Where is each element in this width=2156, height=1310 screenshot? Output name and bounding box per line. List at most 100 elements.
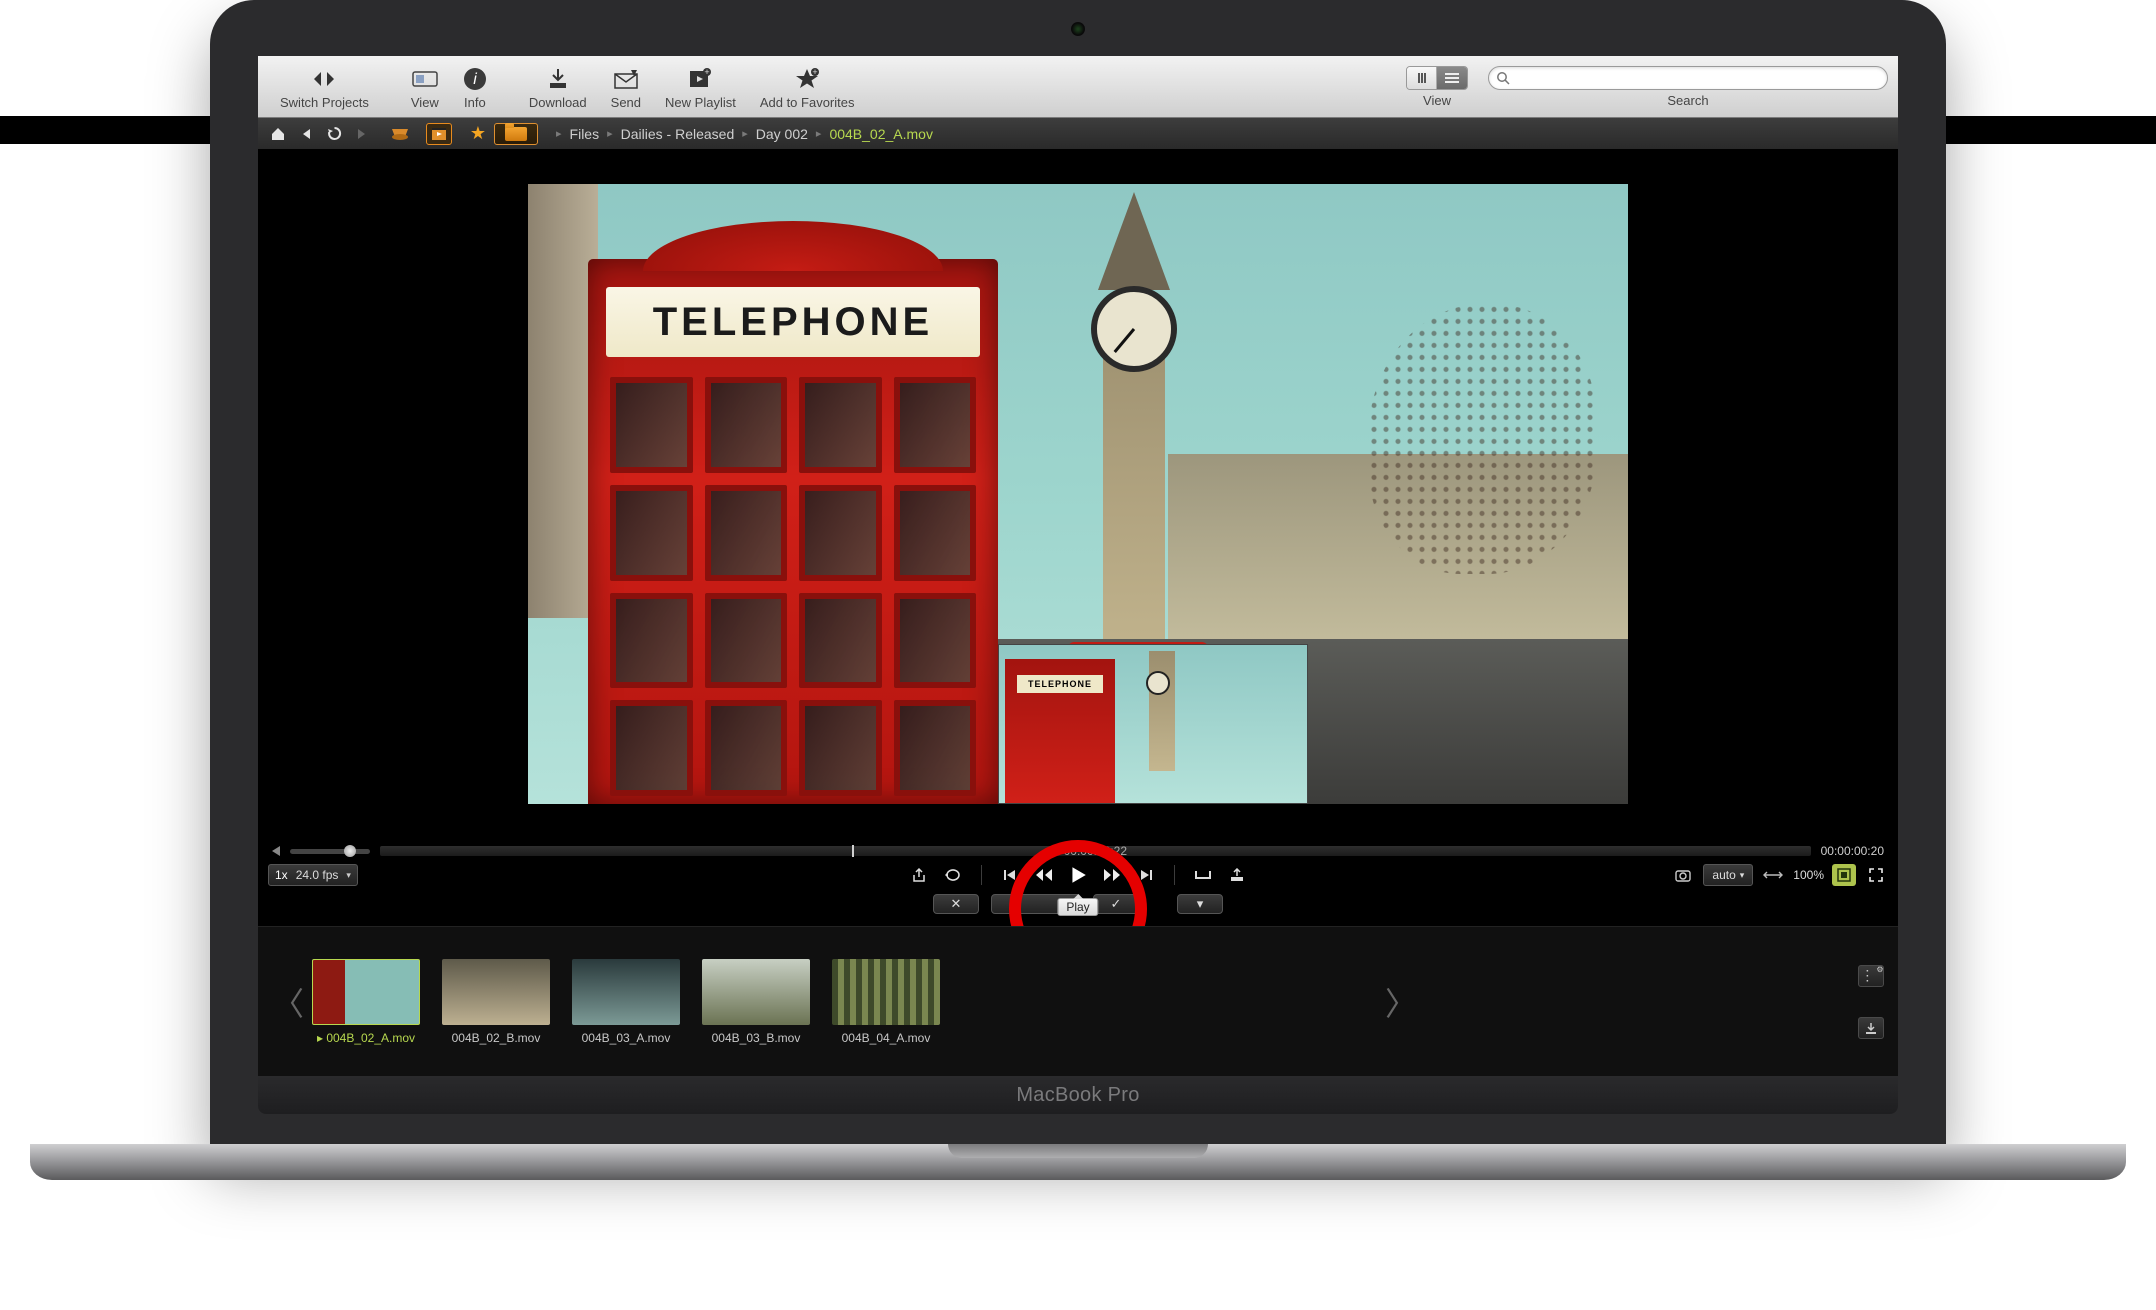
picture-in-picture[interactable]: TELEPHONE [998,644,1308,804]
more-review-button[interactable]: ▾ [1177,894,1223,914]
laptop-base [30,1144,2126,1180]
thumbnail-label: 004B_02_A.mov [317,1031,415,1045]
loop-button[interactable] [941,864,965,886]
send-label: Send [611,95,641,110]
view-mode-selector: View [1406,66,1468,108]
main-toolbar: Switch Projects View i Info [258,56,1898,118]
thumbnail-image [572,959,680,1025]
new-playlist-button[interactable]: + New Playlist [659,62,742,112]
laptop-frame: Switch Projects View i Info [210,0,1946,1144]
timecode-duration: 00:00:00:20 [1821,844,1884,858]
timeline-row: 00:00:00:22 00:00:00:20 [258,838,1898,860]
back-button[interactable] [294,123,318,145]
chevron-icon: ▸ [742,127,748,140]
view-label: View [411,95,439,110]
laptop-label: MacBook Pro [258,1076,1898,1114]
play-button[interactable] [1066,864,1090,886]
switch-projects-button[interactable]: Switch Projects [274,62,375,112]
tray-thumb[interactable]: 004B_02_B.mov [442,959,550,1045]
rewind-button[interactable] [1032,864,1056,886]
inbox-icon[interactable] [388,123,412,145]
tray-thumb[interactable]: 004B_04_A.mov [832,959,940,1045]
info-label: Info [464,95,486,110]
tray-download-button[interactable] [1858,1017,1884,1039]
quality-selector[interactable]: auto▾ [1703,864,1753,886]
folder-button[interactable] [494,123,538,145]
favorite-star-button[interactable]: ★ [466,123,490,145]
fps-value: 24.0 fps [296,868,339,882]
booth-sign-text: TELEPHONE [606,287,980,357]
fit-width-icon[interactable] [1761,864,1785,886]
thumbnail-image [832,959,940,1025]
capture-icon[interactable] [1671,864,1695,886]
play-tooltip-label: Play [1057,898,1098,916]
timecode-current: 00:00:00:22 [1064,844,1127,858]
volume-slider[interactable] [290,849,370,854]
play-tooltip: Play [1057,898,1098,916]
viewer-panel: TELEPHONE [258,150,1898,926]
info-button[interactable]: i Info [457,62,493,112]
tray-thumb[interactable]: 004B_03_A.mov [572,959,680,1045]
thumbnail-image [312,959,420,1025]
thumbnail-label: 004B_02_B.mov [452,1031,541,1045]
tray-thumb[interactable]: 004B_03_B.mov [702,959,810,1045]
skip-end-button[interactable] [1134,864,1158,886]
svg-text:+: + [705,68,710,77]
send-button[interactable]: Send [605,62,647,112]
download-label: Download [529,95,587,110]
export-button[interactable] [1225,864,1249,886]
tray-next-button[interactable]: 〉 [1385,979,1407,1025]
chevron-icon: ▸ [556,127,562,140]
reload-button[interactable] [322,123,346,145]
breadcrumb-files[interactable]: Files [570,126,600,142]
svg-text:+: + [813,67,818,77]
tray-thumb[interactable]: 004B_02_A.mov [312,959,420,1045]
app-window: Switch Projects View i Info [258,56,1898,1076]
webcam [1071,22,1085,36]
skip-start-button[interactable] [998,864,1022,886]
transport-controls: 1x 24.0 fps ▾ [258,860,1898,888]
speed-value: 1x [275,868,288,882]
switch-projects-label: Switch Projects [280,95,369,110]
view-list-segment[interactable] [1437,67,1467,89]
thumbnail-label: 004B_03_B.mov [712,1031,801,1045]
fullscreen-button[interactable] [1864,864,1888,886]
share-out-button[interactable] [907,864,931,886]
breadcrumb-current[interactable]: 004B_02_A.mov [829,126,933,142]
playback-rate-selector[interactable]: 1x 24.0 fps ▾ [268,864,358,886]
approve-button[interactable]: ✓ [1093,894,1139,914]
search-field[interactable] [1517,67,1877,89]
search-label: Search [1667,93,1708,108]
clip-icon[interactable] [426,123,452,145]
search-input[interactable] [1488,66,1888,90]
path-navbar: ★ ▸ Files ▸ Dailies - Released ▸ Day 002… [258,118,1898,150]
tray-settings-button[interactable]: ⋮⚙ [1858,965,1884,987]
thumbnail-image [442,959,550,1025]
video-canvas[interactable]: TELEPHONE [258,150,1898,838]
video-frame: TELEPHONE [528,184,1628,804]
view-grid-segment[interactable] [1407,67,1437,89]
breadcrumb-dailies[interactable]: Dailies - Released [621,126,735,142]
forward-button[interactable] [350,123,374,145]
reject-button[interactable]: ✕ [933,894,979,914]
fast-forward-button[interactable] [1100,864,1124,886]
scrub-bar[interactable]: 00:00:00:22 [380,846,1811,856]
chevron-icon: ▸ [816,127,822,140]
breadcrumb-day[interactable]: Day 002 [756,126,808,142]
download-button[interactable]: Download [523,62,593,112]
new-playlist-label: New Playlist [665,95,736,110]
view-button[interactable]: View [405,62,445,112]
zoom-value: 100% [1793,868,1824,882]
volume-icon [272,846,280,856]
clip-tray: 〈 004B_02_A.mov 004B_02_B.mov 004B_03_A.mo… [258,926,1898,1076]
tray-prev-button[interactable]: 〈 [272,979,294,1025]
add-to-favorites-label: Add to Favorites [760,95,855,110]
home-button[interactable] [266,123,290,145]
add-to-favorites-button[interactable]: + Add to Favorites [754,62,861,112]
thumbnail-label: 004B_03_A.mov [582,1031,671,1045]
mark-in-out-button[interactable] [1191,864,1215,886]
overlay-toggle[interactable] [1832,864,1856,886]
tray-items: 004B_02_A.mov 004B_02_B.mov 004B_03_A.mov 0… [312,959,940,1045]
breadcrumb: ▸ Files ▸ Dailies - Released ▸ Day 002 ▸… [556,126,933,142]
svg-text:i: i [473,71,477,88]
